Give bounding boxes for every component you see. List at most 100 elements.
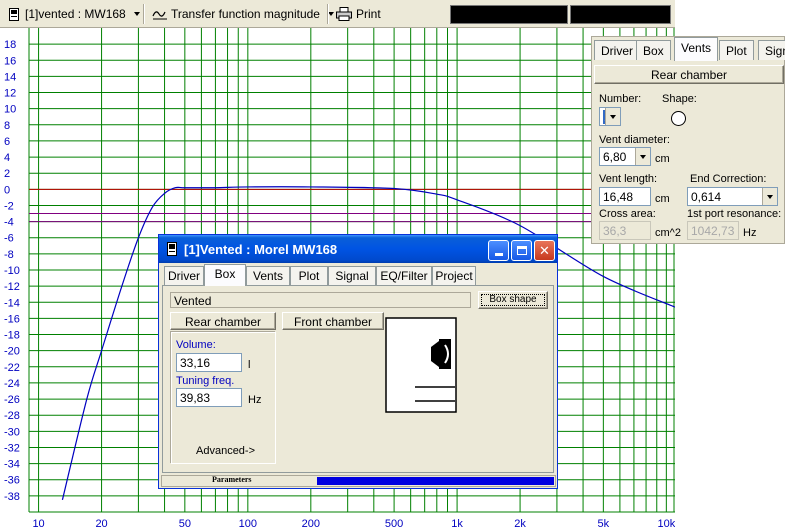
tuning-freq-label: Tuning freq. — [176, 375, 235, 387]
x-tick-label: 1k — [451, 518, 463, 530]
y-tick-label: -18 — [4, 330, 20, 342]
y-tick-label: 2 — [4, 168, 10, 180]
tab-driver[interactable]: Driver — [164, 266, 204, 285]
end-correction-select[interactable]: 0,614 — [687, 187, 778, 206]
port-resonance-unit: Hz — [743, 227, 757, 239]
number-dropdown-button[interactable] — [605, 107, 621, 126]
waveform-icon — [152, 11, 167, 20]
x-tick-label: 100 — [239, 518, 257, 530]
port-resonance-field: 1042,73 — [687, 221, 739, 240]
circle-shape-icon[interactable] — [670, 110, 687, 127]
y-tick-label: 10 — [4, 104, 16, 116]
y-tick-label: -2 — [4, 200, 14, 212]
vent-diameter-label: Vent diameter: — [599, 134, 670, 146]
toolbar-separator — [143, 4, 145, 24]
y-tick-label: -32 — [4, 442, 20, 454]
y-tick-label: 0 — [4, 184, 10, 196]
shape-label: Shape: — [662, 93, 697, 105]
y-tick-label: -26 — [4, 394, 20, 406]
view-selector[interactable]: [1]vented : MW168 — [9, 5, 140, 23]
rear-chamber-button[interactable]: Rear chamber — [594, 65, 784, 84]
tab-project[interactable]: Project — [432, 266, 476, 285]
tab-vents[interactable]: Vents — [674, 37, 719, 61]
readout-box — [570, 5, 671, 24]
readout-box — [450, 5, 568, 24]
y-tick-label: -4 — [4, 217, 14, 229]
toolbar: [1]vented : MW168 Transfer function magn… — [0, 0, 675, 28]
progress-bar — [317, 477, 554, 485]
tab-driver[interactable]: Driver — [594, 40, 640, 60]
number-label: Number: — [599, 93, 642, 105]
y-tick-label: 18 — [4, 39, 16, 51]
x-tick-label: 10 — [32, 518, 44, 530]
box-dialog: [1]Vented : Morel MW168 ✕ Driver Box Ven… — [158, 234, 558, 489]
tab-box[interactable]: Box — [204, 264, 246, 286]
x-tick-label: 200 — [302, 518, 320, 530]
minimize-button[interactable] — [488, 240, 509, 261]
y-tick-label: 16 — [4, 55, 16, 67]
y-tick-label: -34 — [4, 459, 20, 471]
tab-box[interactable]: Box — [636, 40, 671, 60]
dialog-body: Vented Box shape Rear chamber Front cham… — [162, 285, 554, 473]
x-tick-label: 50 — [179, 518, 191, 530]
tab-signal[interactable]: Signal — [328, 266, 376, 285]
tab-eq-filter[interactable]: EQ/Filter — [376, 266, 432, 285]
status-bar: Parameters — [161, 475, 556, 487]
minimize-icon — [494, 253, 503, 256]
y-tick-label: 8 — [4, 120, 10, 132]
rear-chamber-group: Volume: 33,16 l Tuning freq. 39,83 Hz Ad… — [171, 332, 276, 464]
maximize-icon — [516, 246, 527, 255]
toolbar-separator — [327, 4, 329, 24]
tab-signal[interactable]: Sign — [758, 40, 785, 60]
port-resonance-label: 1st port resonance: — [687, 208, 782, 220]
y-tick-label: -28 — [4, 410, 20, 422]
y-tick-label: -16 — [4, 313, 20, 325]
window-icon — [9, 7, 19, 21]
vent-diameter-unit: cm — [655, 153, 670, 165]
vents-panel: Driver Box Vents Plot Sign Rear chamber … — [591, 36, 785, 244]
window-icon — [167, 242, 177, 256]
y-tick-label: -24 — [4, 378, 20, 390]
x-tick-label: 2k — [514, 518, 526, 530]
cross-area-field: 36,3 — [599, 221, 651, 240]
dialog-tabs: Driver Box Vents Plot Signal EQ/Filter P… — [162, 264, 554, 286]
y-tick-label: -30 — [4, 426, 20, 438]
dialog-title: [1]Vented : Morel MW168 — [184, 242, 338, 257]
box-diagram-icon — [385, 317, 457, 413]
y-tick-label: -20 — [4, 346, 20, 358]
tab-vents[interactable]: Vents — [246, 266, 290, 285]
vent-diameter-select[interactable]: 6,80 — [599, 147, 651, 166]
vent-length-input[interactable]: 16,48 — [599, 187, 651, 206]
maximize-button[interactable] — [511, 240, 532, 261]
cross-area-unit: cm^2 — [655, 227, 681, 239]
status-label: Parameters — [212, 475, 252, 484]
x-tick-label: 5k — [598, 518, 610, 530]
volume-input[interactable]: 33,16 — [176, 353, 242, 372]
box-type-field: Vented — [170, 292, 471, 308]
y-axis-labels: 18 16 14 12 10 8 6 4 2 0 -2 -4 -6 -8 -10 -12 -14 -16 -18 -2… — [4, 39, 20, 503]
plot-type-selector[interactable]: Transfer function magnitude — [152, 5, 334, 23]
tab-plot[interactable]: Plot — [719, 40, 754, 60]
advanced-link[interactable]: Advanced-> — [196, 445, 255, 457]
end-correction-label: End Correction: — [690, 173, 767, 185]
tab-plot[interactable]: Plot — [290, 266, 328, 285]
box-shape-button[interactable]: Box shape — [478, 291, 548, 309]
dialog-titlebar[interactable]: [1]Vented : Morel MW168 ✕ — [159, 235, 557, 263]
y-tick-label: -12 — [4, 281, 20, 293]
rear-chamber-button[interactable]: Rear chamber — [170, 312, 276, 330]
close-button[interactable]: ✕ — [534, 240, 555, 261]
x-axis-labels: 10 20 50 100 200 500 1k 2k 5k 10k — [32, 518, 675, 530]
chevron-down-icon — [133, 12, 140, 16]
front-chamber-button[interactable]: Front chamber — [282, 312, 384, 330]
chevron-down-icon — [605, 108, 620, 125]
y-tick-label: -38 — [4, 491, 20, 503]
print-label: Print — [356, 7, 381, 21]
x-tick-label: 20 — [95, 518, 107, 530]
print-button[interactable]: Print — [336, 5, 381, 23]
x-tick-label: 500 — [385, 518, 403, 530]
y-tick-label: -8 — [4, 249, 14, 261]
tuning-freq-input[interactable]: 39,83 — [176, 388, 242, 407]
y-tick-label: -36 — [4, 475, 20, 487]
y-tick-label: 4 — [4, 152, 10, 164]
chevron-down-icon — [635, 148, 650, 165]
